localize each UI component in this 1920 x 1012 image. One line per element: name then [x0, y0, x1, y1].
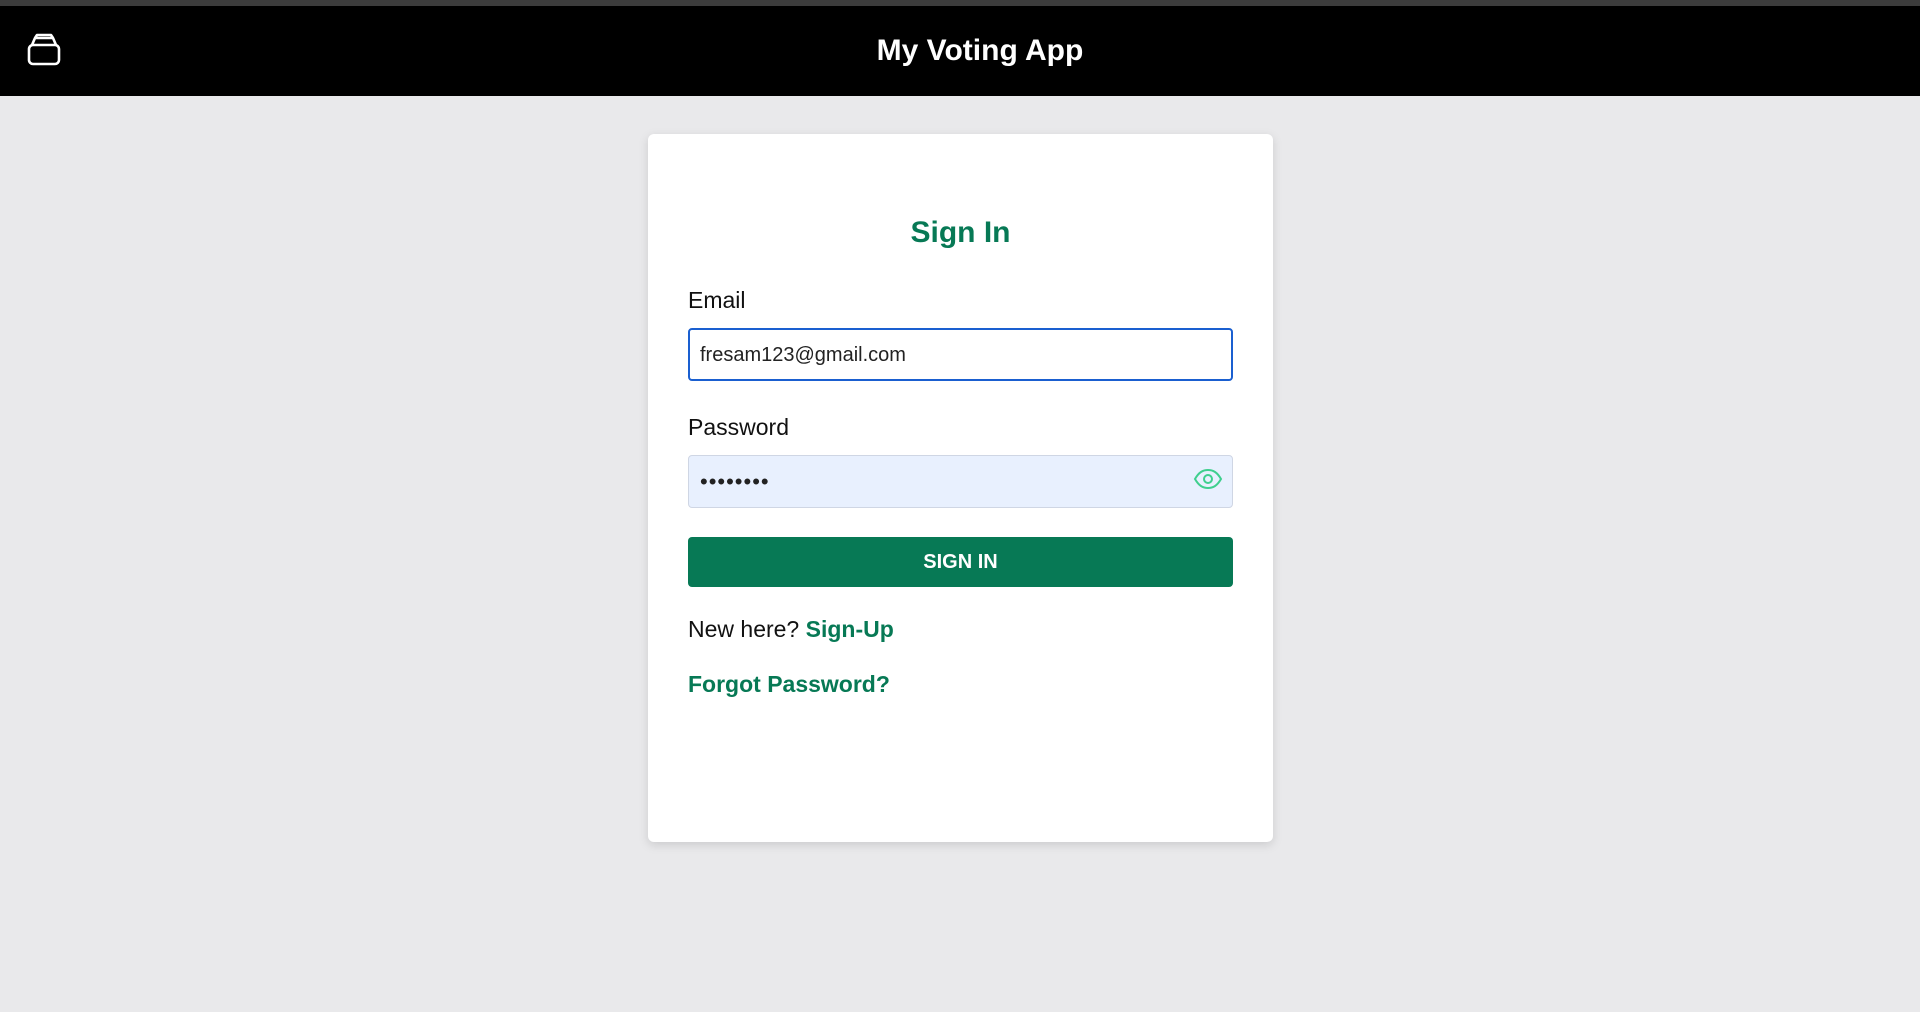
password-label: Password	[688, 414, 789, 440]
eye-icon[interactable]	[1193, 467, 1223, 491]
signin-heading: Sign In	[910, 216, 1011, 249]
signin-button[interactable]: SIGN IN	[688, 537, 1233, 587]
new-here-text: New here?	[688, 616, 800, 642]
navbar: My Voting App	[0, 6, 1920, 96]
signup-link[interactable]: Sign-Up	[806, 616, 894, 642]
signin-card: Sign In Email fresam123@gmail.com Passwo…	[648, 134, 1273, 842]
password-field[interactable]: ••••••••	[688, 455, 1233, 508]
app-title: My Voting App	[876, 34, 1084, 67]
signup-prompt: New here? Sign-Up	[688, 616, 894, 643]
email-label: Email	[688, 287, 746, 313]
forgot-password-link[interactable]: Forgot Password?	[688, 671, 890, 698]
email-field[interactable]: fresam123@gmail.com	[688, 328, 1233, 381]
